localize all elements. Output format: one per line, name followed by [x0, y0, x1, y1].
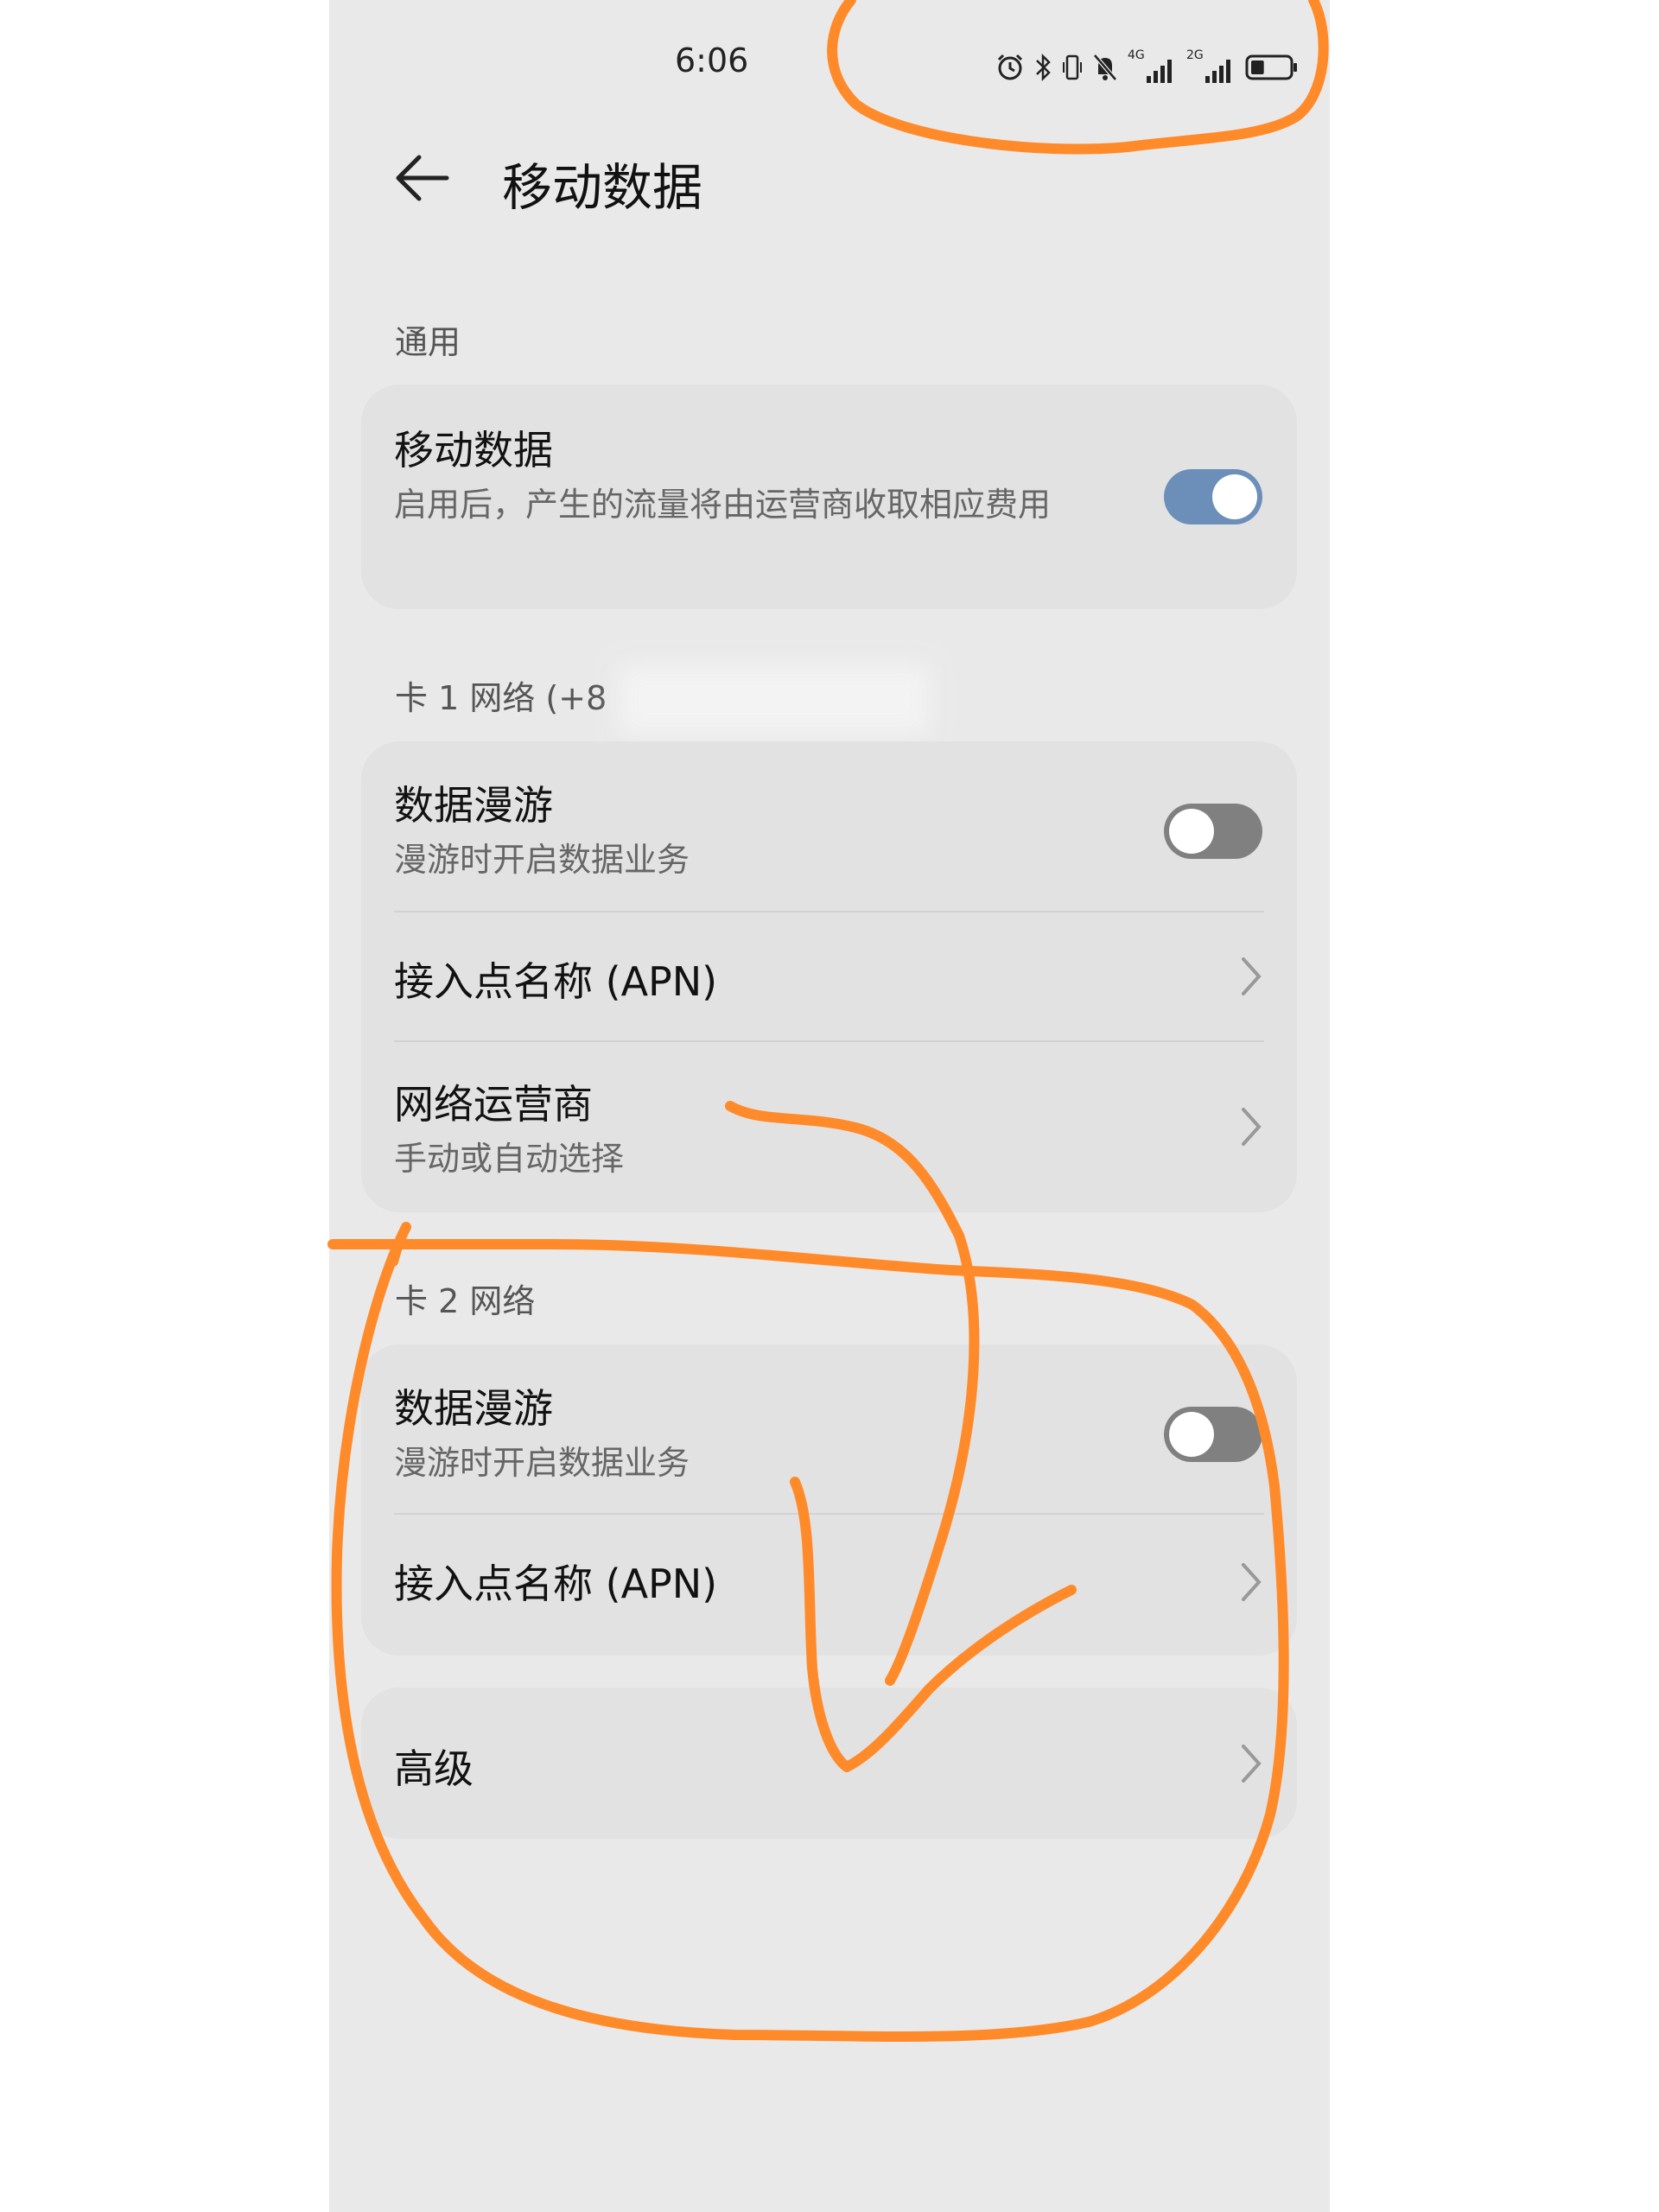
sim1-signal: 4G [1128, 48, 1178, 83]
signal-icon [1147, 60, 1172, 83]
chevron-right-icon [1242, 1563, 1262, 1601]
section-label-sim1: 卡 1 网络 (+8 [395, 679, 607, 717]
card-sim1: 数据漫游 漫游时开启数据业务 接入点名称 (APN) 网络运营商 手动或自动选择 [361, 741, 1297, 1212]
bluetooth-icon [1036, 53, 1051, 82]
row-title: 数据漫游 [394, 782, 553, 829]
card-general: 移动数据 启用后，产生的流量将由运营商收取相应费用 [361, 385, 1297, 609]
signal-icon [1205, 60, 1230, 83]
row-sim1-apn[interactable]: 接入点名称 (APN) [361, 912, 1297, 1040]
row-subtitle: 漫游时开启数据业务 [394, 841, 690, 879]
sim2-signal: 2G [1186, 48, 1236, 83]
page-title: 移动数据 [502, 158, 703, 217]
sim2-roaming-toggle[interactable] [1164, 1407, 1262, 1462]
row-subtitle: 漫游时开启数据业务 [394, 1444, 690, 1482]
row-sim2-roaming[interactable]: 数据漫游 漫游时开启数据业务 [361, 1344, 1297, 1513]
vibrate-icon [1063, 54, 1082, 80]
sim1-roaming-toggle[interactable] [1164, 804, 1262, 859]
row-advanced[interactable]: 高级 [361, 1688, 1297, 1839]
chevron-right-icon [1242, 1108, 1262, 1146]
mute-icon [1093, 54, 1117, 81]
sim2-network-type: 2G [1186, 48, 1204, 62]
toggle-knob [1212, 474, 1257, 519]
row-title: 数据漫游 [394, 1385, 553, 1432]
section-label-sim2: 卡 2 网络 [395, 1282, 536, 1320]
row-subtitle: 启用后，产生的流量将由运营商收取相应费用 [394, 486, 1052, 524]
row-subtitle: 手动或自动选择 [394, 1140, 625, 1178]
row-sim2-apn[interactable]: 接入点名称 (APN) [361, 1515, 1297, 1656]
row-title: 高级 [394, 1745, 474, 1792]
chevron-right-icon [1242, 1745, 1262, 1783]
alarm-icon [997, 54, 1023, 80]
status-bar: 6:06 4G 2G [329, 0, 1330, 130]
battery-icon [1245, 54, 1297, 80]
sim1-network-type: 4G [1128, 48, 1145, 62]
row-mobile-data[interactable]: 移动数据 启用后，产生的流量将由运营商收取相应费用 [361, 385, 1297, 609]
row-title: 网络运营商 [394, 1081, 593, 1128]
row-title: 接入点名称 (APN) [394, 1560, 718, 1607]
card-sim2: 数据漫游 漫游时开启数据业务 接入点名称 (APN) [361, 1344, 1297, 1656]
row-sim1-roaming[interactable]: 数据漫游 漫游时开启数据业务 [361, 741, 1297, 911]
back-arrow-icon[interactable] [388, 150, 457, 206]
row-title: 接入点名称 (APN) [394, 958, 718, 1005]
phone-screen: 6:06 4G 2G 移动数据 通用 移动数据 启用后，产生的流量将由运营商收取… [329, 0, 1330, 2212]
status-time: 6:06 [675, 41, 749, 79]
row-sim1-carrier[interactable]: 网络运营商 手动或自动选择 [361, 1042, 1297, 1212]
toggle-knob [1169, 809, 1214, 854]
mobile-data-toggle[interactable] [1164, 469, 1262, 524]
status-icons: 4G 2G [995, 48, 1299, 85]
chevron-right-icon [1242, 957, 1262, 995]
card-advanced: 高级 [361, 1688, 1297, 1839]
redacted-number [619, 665, 930, 734]
row-title: 移动数据 [394, 427, 553, 474]
toggle-knob [1169, 1412, 1214, 1457]
section-label-general: 通用 [395, 323, 461, 361]
top-app-bar: 移动数据 [329, 130, 1330, 233]
